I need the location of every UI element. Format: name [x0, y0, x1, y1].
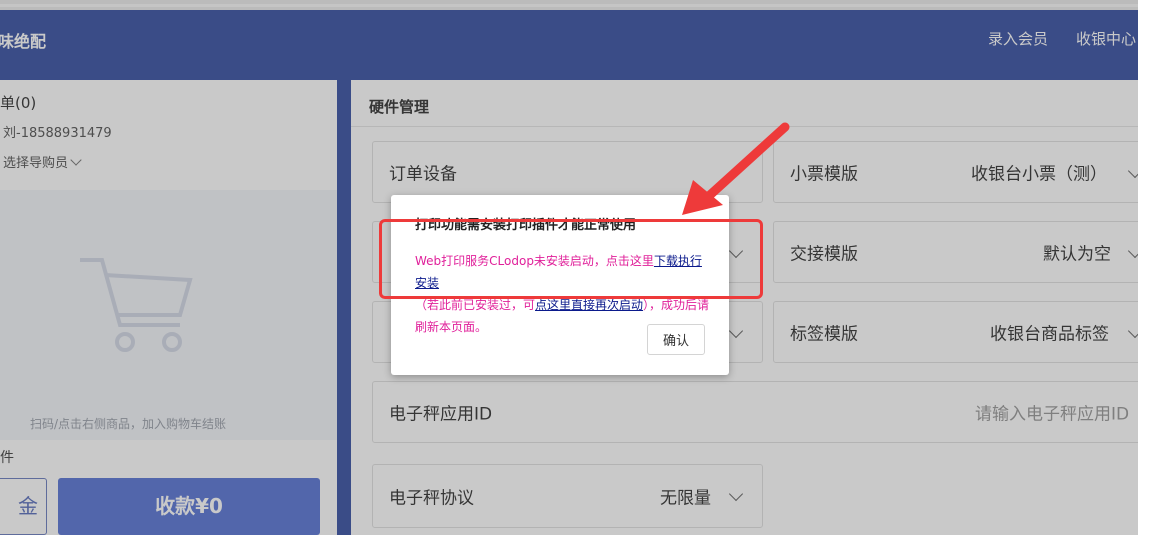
pos-page: 味绝配 录入会员 收银中心 单(0) 刘-18588931479 选择导购员 扫…: [0, 0, 1153, 535]
annotation-arrow-icon: [682, 122, 790, 215]
